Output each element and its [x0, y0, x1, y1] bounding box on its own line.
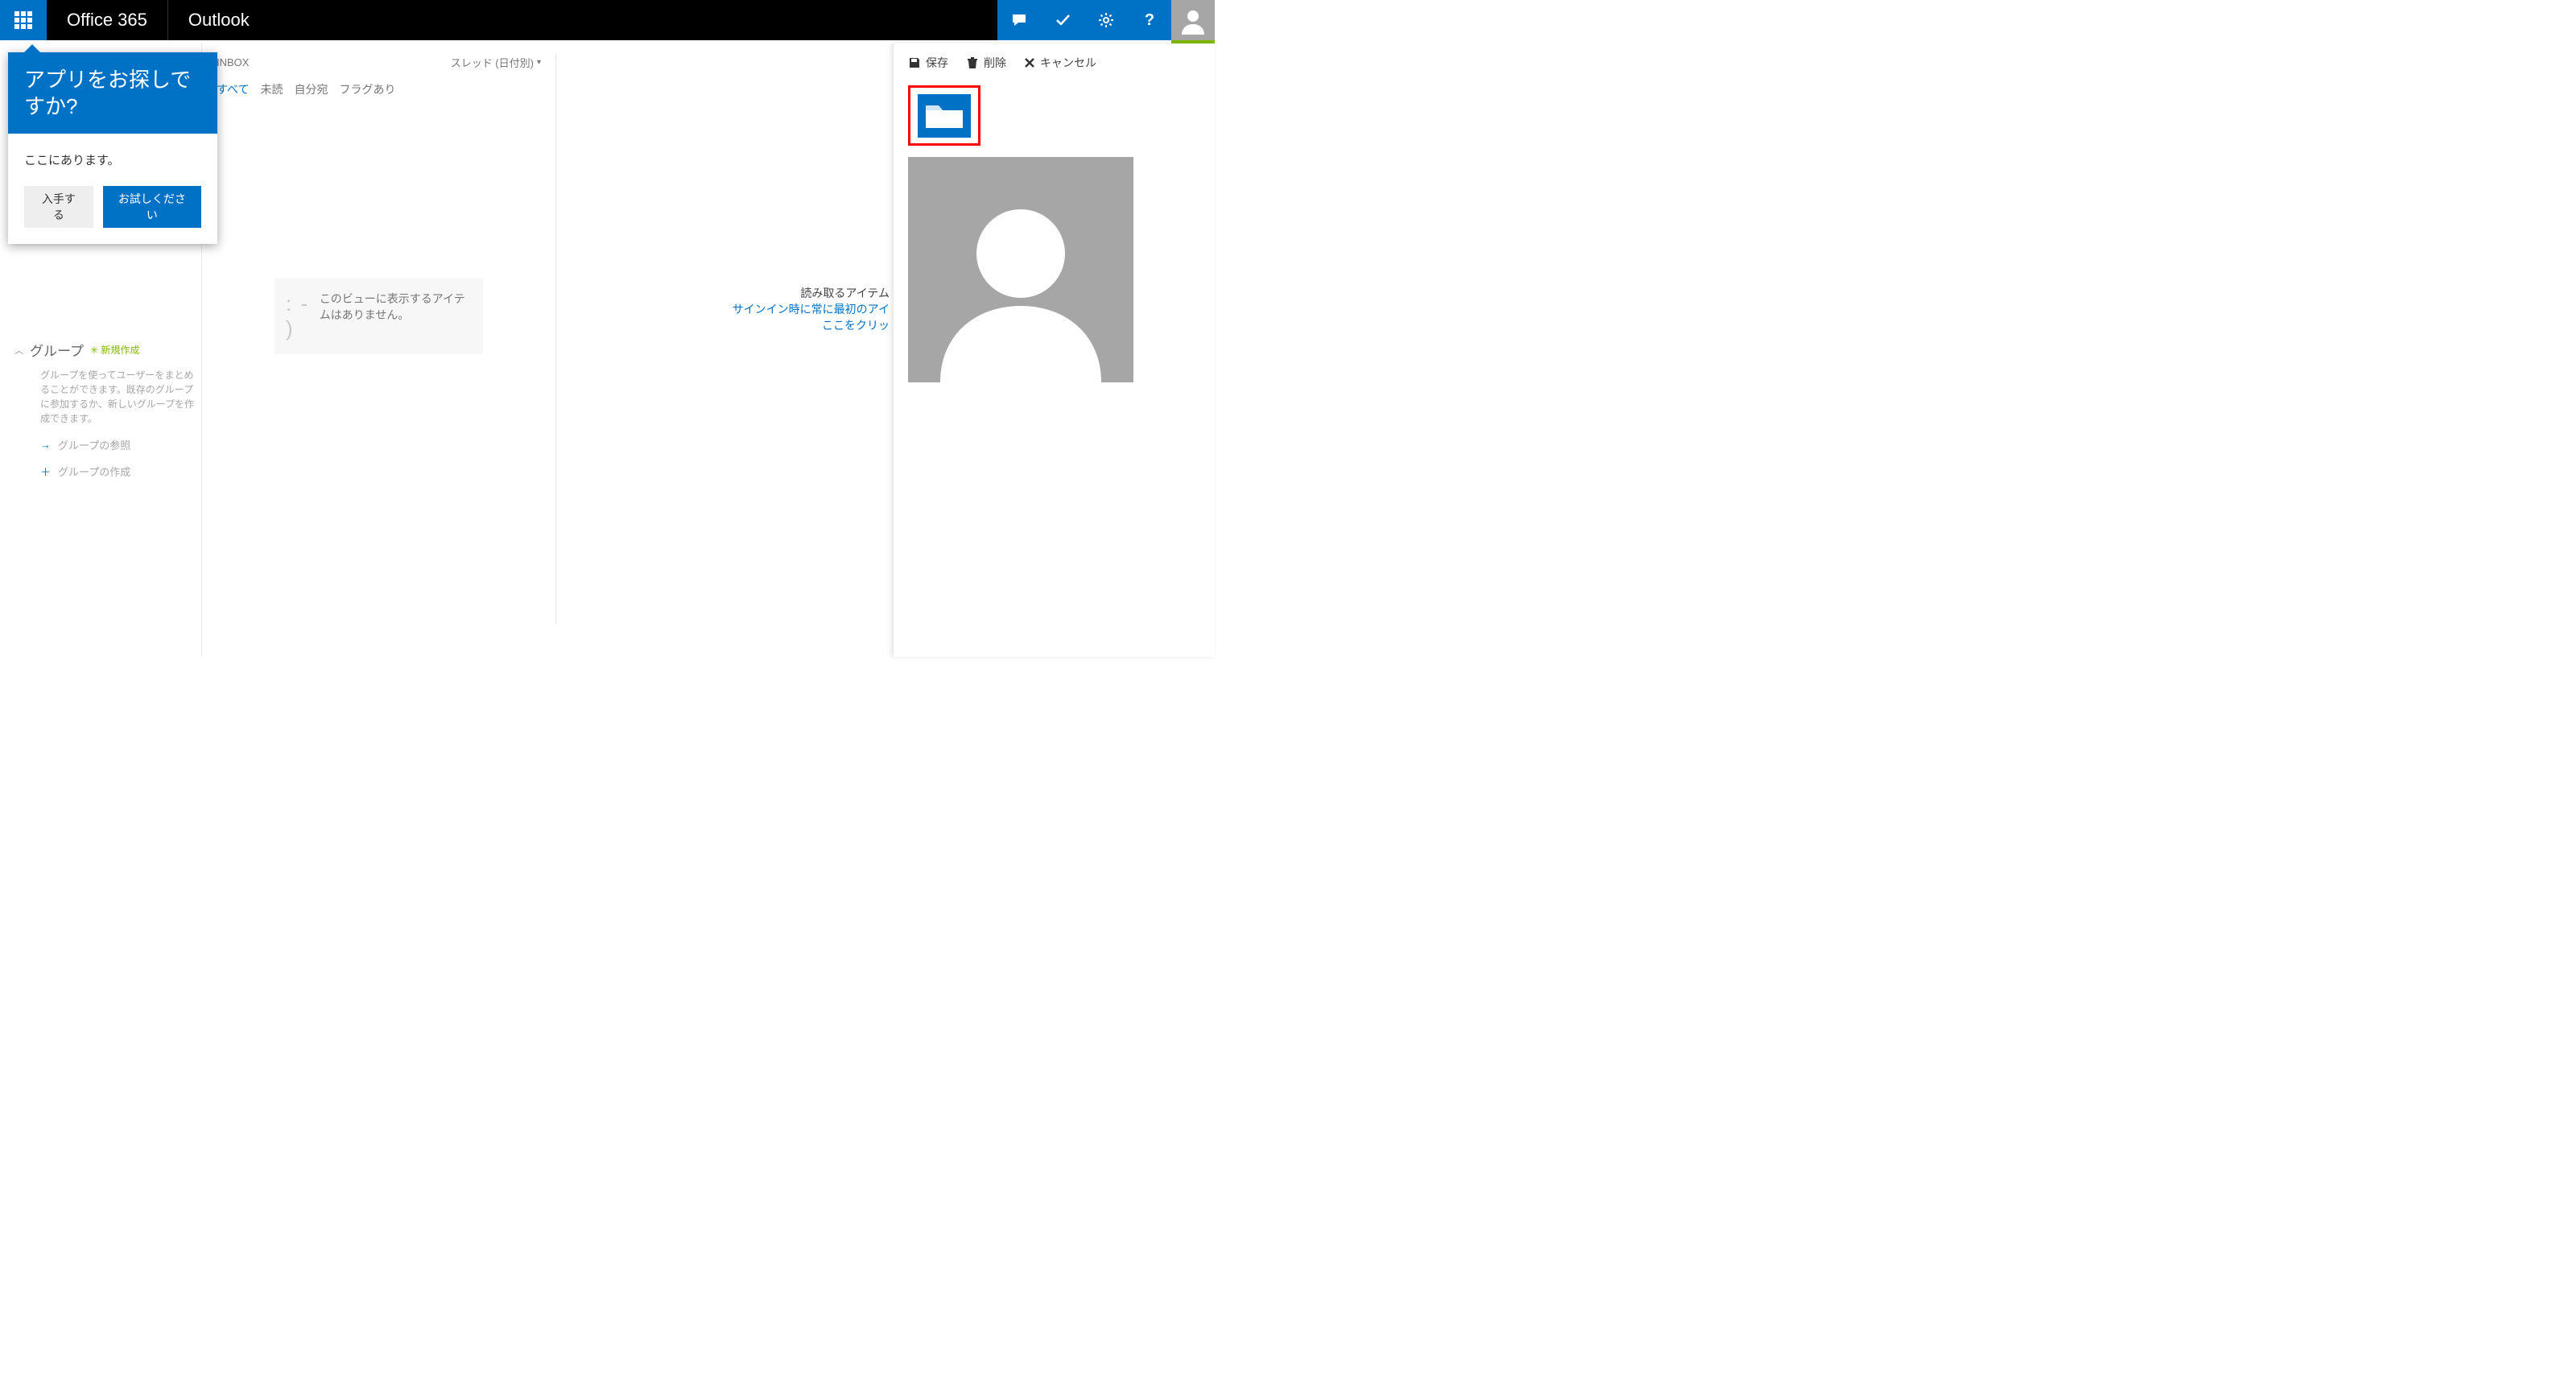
folder-icon: [918, 94, 971, 138]
delete-button[interactable]: 削除: [966, 55, 1006, 71]
callout-footer: 入手する お試しください: [8, 186, 217, 244]
smiley-icon: : - ): [286, 291, 312, 341]
hint-line1: 読み取るアイテム: [733, 285, 890, 301]
top-bar: Office 365 Outlook ?: [0, 0, 1215, 40]
plus-icon: ＋: [40, 464, 50, 479]
get-it-button[interactable]: 入手する: [24, 186, 93, 228]
app-launcher-callout: アプリをお探しですか? ここにあります。 入手する お試しください: [8, 52, 217, 244]
try-it-button[interactable]: お試しください: [103, 186, 201, 228]
save-label: 保存: [926, 55, 948, 71]
notifications-button[interactable]: [997, 0, 1041, 40]
groups-header[interactable]: ︿ グループ ✳ 新規作成: [14, 340, 195, 360]
filter-row: すべて 未読 自分宛 フラグあり: [217, 70, 541, 105]
delete-label: 削除: [984, 55, 1006, 71]
empty-state: : - ) このビューに表示するアイテムはありません。: [275, 279, 483, 354]
close-icon: [1024, 57, 1035, 68]
reading-pane-hint: 読み取るアイテム サインイン時に常に最初のアイ ここをクリッ: [733, 285, 890, 333]
cancel-button[interactable]: キャンセル: [1024, 55, 1096, 71]
sort-label: スレッド (日付別): [451, 55, 534, 70]
brand-office365[interactable]: Office 365: [47, 0, 168, 40]
brand-outlook[interactable]: Outlook: [168, 0, 270, 40]
check-icon: [1055, 12, 1071, 28]
save-icon: [908, 56, 921, 69]
settings-button[interactable]: [1084, 0, 1128, 40]
groups-title: グループ: [30, 340, 84, 360]
tasks-button[interactable]: [1041, 0, 1084, 40]
profile-photo-placeholder[interactable]: [908, 157, 1133, 382]
person-icon: [1179, 6, 1208, 35]
filter-unread[interactable]: 未読: [260, 81, 283, 97]
filter-all[interactable]: すべて: [217, 81, 249, 97]
browse-folder-button[interactable]: [908, 85, 980, 146]
filter-flagged[interactable]: フラグあり: [339, 81, 395, 97]
help-icon: ?: [1145, 11, 1154, 30]
message-list-column: INBOX スレッド (日付別) ▾ すべて 未読 自分宛 フラグあり : - …: [201, 43, 555, 657]
browse-groups-link[interactable]: → グループの参照: [14, 437, 195, 452]
sort-button[interactable]: スレッド (日付別) ▾: [451, 55, 541, 70]
trash-icon: [966, 56, 979, 69]
chevron-down-icon: ▾: [537, 58, 541, 67]
person-icon: [908, 157, 1133, 382]
waffle-icon: [14, 11, 32, 29]
callout-body: ここにあります。: [8, 134, 217, 186]
app-launcher-button[interactable]: [0, 0, 47, 40]
create-group-link[interactable]: ＋ グループの作成: [14, 464, 195, 479]
groups-description: グループを使ってユーザーをまとめることができます。既存のグループに参加するか、新…: [14, 368, 195, 426]
callout-arrow: [24, 44, 40, 52]
create-group-label: グループの作成: [58, 464, 130, 479]
folder-name: INBOX: [217, 56, 249, 68]
chat-icon: [1011, 12, 1027, 28]
hint-line2-link[interactable]: サインイン時に常に最初のアイ: [733, 301, 890, 317]
help-button[interactable]: ?: [1128, 0, 1171, 40]
browse-groups-label: グループの参照: [58, 437, 130, 452]
profile-toolbar: 保存 削除 キャンセル: [908, 55, 1200, 71]
hint-line3-link[interactable]: ここをクリッ: [733, 317, 890, 333]
profile-edit-panel: 保存 削除 キャンセル: [893, 43, 1215, 657]
groups-section: ︿ グループ ✳ 新規作成 グループを使ってユーザーをまとめることができます。既…: [14, 340, 195, 479]
profile-button[interactable]: [1171, 0, 1215, 40]
save-button[interactable]: 保存: [908, 55, 948, 71]
arrow-right-icon: →: [40, 439, 50, 451]
empty-text: このビューに表示するアイテムはありません。: [320, 291, 472, 341]
chevron-up-icon: ︿: [14, 344, 23, 357]
gear-icon: [1098, 12, 1114, 28]
new-badge: ✳ 新規作成: [90, 343, 139, 357]
callout-title: アプリをお探しですか?: [8, 52, 217, 134]
filter-tome[interactable]: 自分宛: [294, 81, 328, 97]
reading-pane: 読み取るアイテム サインイン時に常に最初のアイ ここをクリッ: [555, 43, 893, 657]
cancel-label: キャンセル: [1040, 55, 1096, 71]
